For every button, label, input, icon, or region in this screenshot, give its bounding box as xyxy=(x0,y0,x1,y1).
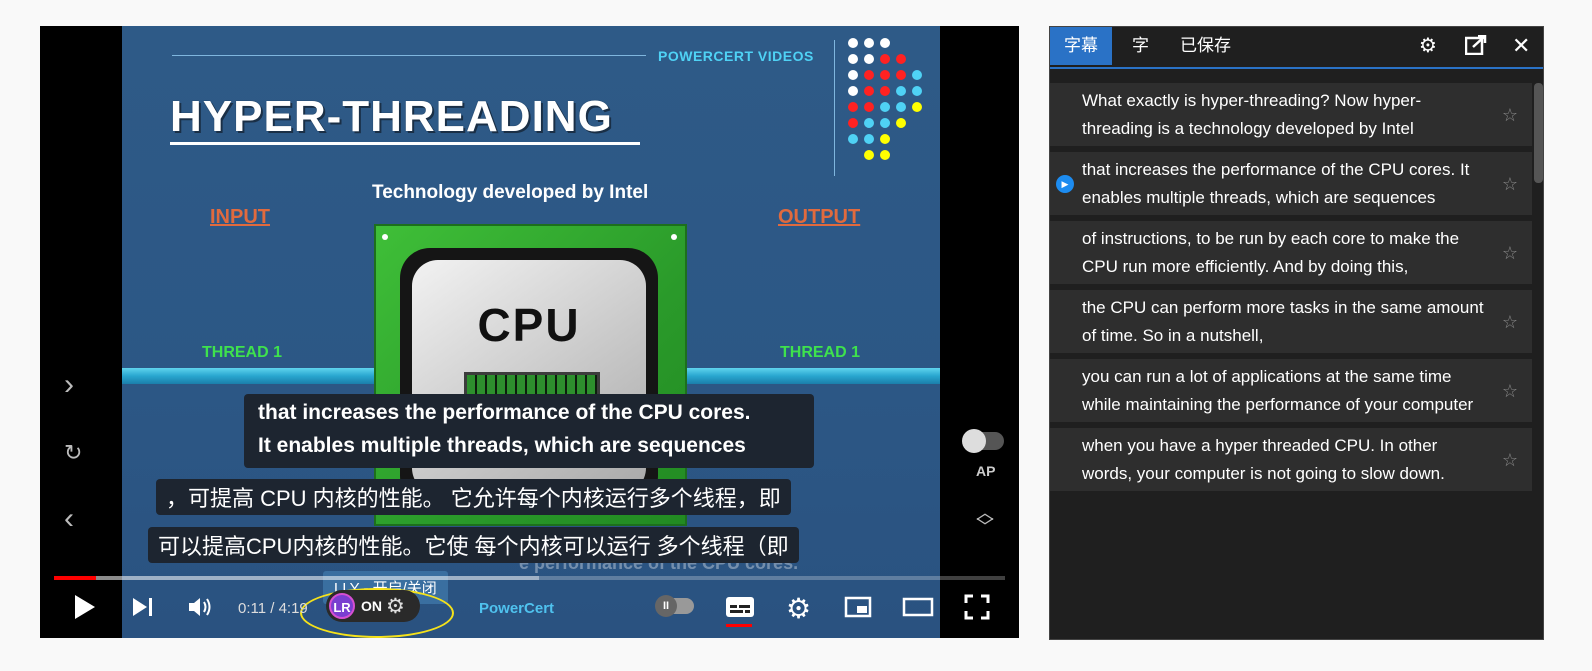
subtitle-item[interactable]: the CPU can perform more tasks in the sa… xyxy=(1050,290,1532,359)
subtitle-item[interactable]: What exactly is hyper-threading? Now hyp… xyxy=(1050,83,1532,152)
slide-thread-right: THREAD 1 xyxy=(780,344,861,361)
progress-played xyxy=(54,576,96,580)
now-playing-icon: ▶ xyxy=(1056,174,1074,193)
tab-words[interactable]: 字 xyxy=(1118,27,1163,65)
english-caption-line: that increases the performance of the CP… xyxy=(258,401,751,424)
slide-divider xyxy=(834,40,835,176)
slide-top-rule xyxy=(172,55,646,56)
chevron-left-icon[interactable]: ‹ xyxy=(64,504,74,534)
subtitle-text: What exactly is hyper-threading? Now hyp… xyxy=(1082,91,1422,138)
slide-thread-left: THREAD 1 xyxy=(202,344,283,361)
chinese-caption-line: ，可提高 CPU 内核的性能。 它允许每个内核运行多个线程，即 xyxy=(156,479,791,515)
control-bar: 0:11 / 4:19 LR ON ⚙ PowerCert II ⚙ xyxy=(40,584,1019,638)
tab-saved[interactable]: 已保存 xyxy=(1166,27,1245,65)
slide-output-label: OUTPUT xyxy=(778,206,861,228)
subtitle-text: when you have a hyper threaded CPU. In o… xyxy=(1082,436,1445,483)
subtitle-text: of instructions, to be run by each core … xyxy=(1082,229,1460,276)
subtitles-button[interactable] xyxy=(725,596,755,623)
subtitle-text: that increases the performance of the CP… xyxy=(1082,160,1470,207)
expand-collapse-icon[interactable]: ︿ ﹀ xyxy=(976,504,994,536)
time-display: 0:11 / 4:19 xyxy=(238,600,308,617)
lly-settings-gear-icon[interactable]: ⚙ xyxy=(386,594,405,619)
video-player[interactable]: POWERCERT VIDEOS HYPER-THREADING Technol… xyxy=(40,26,1019,638)
chinese-caption-line: 可以提高CPU内核的性能。它使 每个内核可以运行 多个线程（即 xyxy=(148,527,799,563)
subtitle-item-current[interactable]: ▶ that increases the performance of the … xyxy=(1050,152,1532,221)
autopause-label: AP xyxy=(976,463,996,479)
autopause-toggle[interactable] xyxy=(962,429,1004,453)
star-icon[interactable]: ☆ xyxy=(1502,171,1518,199)
dot-grid-decoration xyxy=(848,38,938,168)
tab-subtitles[interactable]: 字幕 xyxy=(1050,27,1112,65)
panel-scrollbar[interactable] xyxy=(1534,83,1543,183)
fullscreen-button[interactable] xyxy=(964,594,990,625)
replay-icon[interactable]: ↻ xyxy=(64,442,82,464)
subtitle-list: What exactly is hyper-threading? Now hyp… xyxy=(1050,83,1532,497)
star-icon[interactable]: ☆ xyxy=(1502,378,1518,406)
progress-bar[interactable] xyxy=(54,576,1005,580)
subtitle-panel: 字幕 字 已保存 ⚙ ✕ What exactly is hyper-threa… xyxy=(1049,26,1544,640)
gear-icon[interactable]: ⚙ xyxy=(1419,35,1437,57)
play-button[interactable] xyxy=(73,594,97,625)
slide-input-label: INPUT xyxy=(210,206,270,228)
close-icon[interactable]: ✕ xyxy=(1512,35,1530,57)
export-icon[interactable] xyxy=(1464,34,1487,60)
subtitle-text: you can run a lot of applications at the… xyxy=(1082,367,1474,414)
star-icon[interactable]: ☆ xyxy=(1502,309,1518,337)
panel-tabs: 字幕 字 已保存 ⚙ ✕ xyxy=(1050,27,1543,69)
next-button[interactable] xyxy=(132,597,154,622)
subtitle-item[interactable]: when you have a hyper threaded CPU. In o… xyxy=(1050,428,1532,497)
cpu-chip-label: CPU xyxy=(477,299,581,351)
lly-logo-icon: LR xyxy=(329,593,355,619)
star-icon[interactable]: ☆ xyxy=(1502,240,1518,268)
english-caption-box: that increases the performance of the CP… xyxy=(244,394,814,468)
subtitle-item[interactable]: of instructions, to be run by each core … xyxy=(1050,221,1532,290)
chevron-right-icon[interactable]: › xyxy=(64,370,74,400)
pause-icon: II xyxy=(655,595,677,617)
slide-title-underline xyxy=(170,142,640,145)
english-caption-line: It enables multiple threads, which are s… xyxy=(258,434,746,457)
volume-button[interactable] xyxy=(188,596,214,623)
subtitles-active-indicator xyxy=(726,624,752,627)
star-icon[interactable]: ☆ xyxy=(1502,102,1518,130)
theater-mode-button[interactable] xyxy=(902,597,934,622)
auto-pause-toggle[interactable]: II xyxy=(655,595,694,617)
progress-buffered xyxy=(54,576,539,580)
slide-brand: POWERCERT VIDEOS xyxy=(658,48,814,64)
lly-status: ON xyxy=(361,598,382,614)
settings-gear-icon[interactable]: ⚙ xyxy=(786,592,811,625)
subtitle-item[interactable]: you can run a lot of applications at the… xyxy=(1050,359,1532,428)
miniplayer-button[interactable] xyxy=(844,596,872,623)
star-icon[interactable]: ☆ xyxy=(1502,447,1518,475)
lly-extension-toggle[interactable]: LR ON ⚙ xyxy=(326,590,420,622)
subtitle-text: the CPU can perform more tasks in the sa… xyxy=(1082,298,1484,345)
slide-subtitle: Technology developed by Intel xyxy=(372,182,649,203)
channel-watermark[interactable]: PowerCert xyxy=(479,600,554,617)
slide-title: HYPER-THREADING xyxy=(170,92,613,141)
